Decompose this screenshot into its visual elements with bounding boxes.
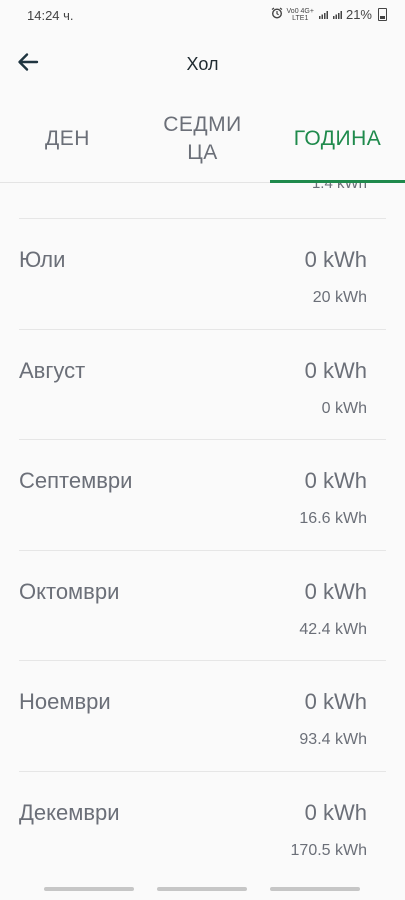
- signal-icon-2: [332, 10, 342, 20]
- previous-value: 42.4 kWh: [299, 621, 367, 638]
- month-name: Ноември: [19, 689, 111, 714]
- system-nav-bar: [0, 880, 405, 900]
- page-title: Хол: [186, 54, 219, 74]
- current-value: 0 kWh: [304, 689, 367, 714]
- battery-percent: 21%: [345, 7, 372, 22]
- list-item[interactable]: Декември 0 kWh 170.5 kWh: [0, 772, 405, 880]
- network-label: Vo0 4G+ LTE1: [287, 8, 314, 22]
- tab-week[interactable]: СЕДМИ ЦА: [135, 96, 270, 182]
- month-name: Декември: [19, 800, 120, 825]
- list-item[interactable]: Октомври 0 kWh 42.4 kWh: [0, 551, 405, 661]
- list-item[interactable]: Август 0 kWh 0 kWh: [0, 330, 405, 440]
- month-name: Септември: [19, 468, 133, 493]
- status-time: 14:24 ч.: [27, 8, 74, 23]
- current-value: 0 kWh: [304, 247, 367, 272]
- nav-back-handle[interactable]: [270, 887, 360, 891]
- tab-week-label: СЕДМИ ЦА: [163, 113, 242, 164]
- monthly-energy-list[interactable]: 1.4 kWh Юли 0 kWh 20 kWh Август 0 kWh 0 …: [0, 183, 405, 880]
- previous-value: 170.5 kWh: [290, 842, 367, 859]
- previous-value: 93.4 kWh: [299, 731, 367, 748]
- signal-icon-1: [318, 10, 328, 20]
- status-bar: 14:24 ч. Vo0 4G+ LTE1 21%: [0, 0, 405, 30]
- battery-icon: [378, 8, 387, 21]
- app-bar: Хол: [0, 30, 405, 96]
- nav-home-handle[interactable]: [157, 887, 247, 891]
- current-value: 0 kWh: [304, 579, 367, 604]
- network-top-text: Vo0 4G+: [286, 7, 314, 15]
- previous-value: 16.6 kWh: [299, 510, 367, 527]
- current-value: 0 kWh: [304, 468, 367, 493]
- month-name: Октомври: [19, 579, 120, 604]
- month-name: Август: [19, 358, 86, 383]
- current-value: 0 kWh: [304, 800, 367, 825]
- current-value: 0 kWh: [304, 358, 367, 383]
- network-bottom-text: LTE1: [292, 14, 309, 22]
- tab-day[interactable]: ДЕН: [0, 96, 135, 182]
- list-item[interactable]: Юли 0 kWh 20 kWh: [0, 219, 405, 329]
- month-name: Юли: [19, 247, 66, 272]
- list-item[interactable]: Септември 0 kWh 16.6 kWh: [0, 440, 405, 550]
- period-tabs: ДЕН СЕДМИ ЦА ГОДИНА: [0, 96, 405, 183]
- previous-value: 20 kWh: [312, 289, 367, 306]
- partial-row-previous: 1.4 kWh: [311, 183, 367, 192]
- nav-recents-handle[interactable]: [44, 887, 134, 891]
- alarm-icon: [271, 7, 283, 22]
- list-item[interactable]: Ноември 0 kWh 93.4 kWh: [0, 661, 405, 771]
- previous-value: 0 kWh: [321, 400, 367, 417]
- status-icons: Vo0 4G+ LTE1 21%: [271, 7, 387, 22]
- tab-year[interactable]: ГОДИНА: [270, 96, 405, 182]
